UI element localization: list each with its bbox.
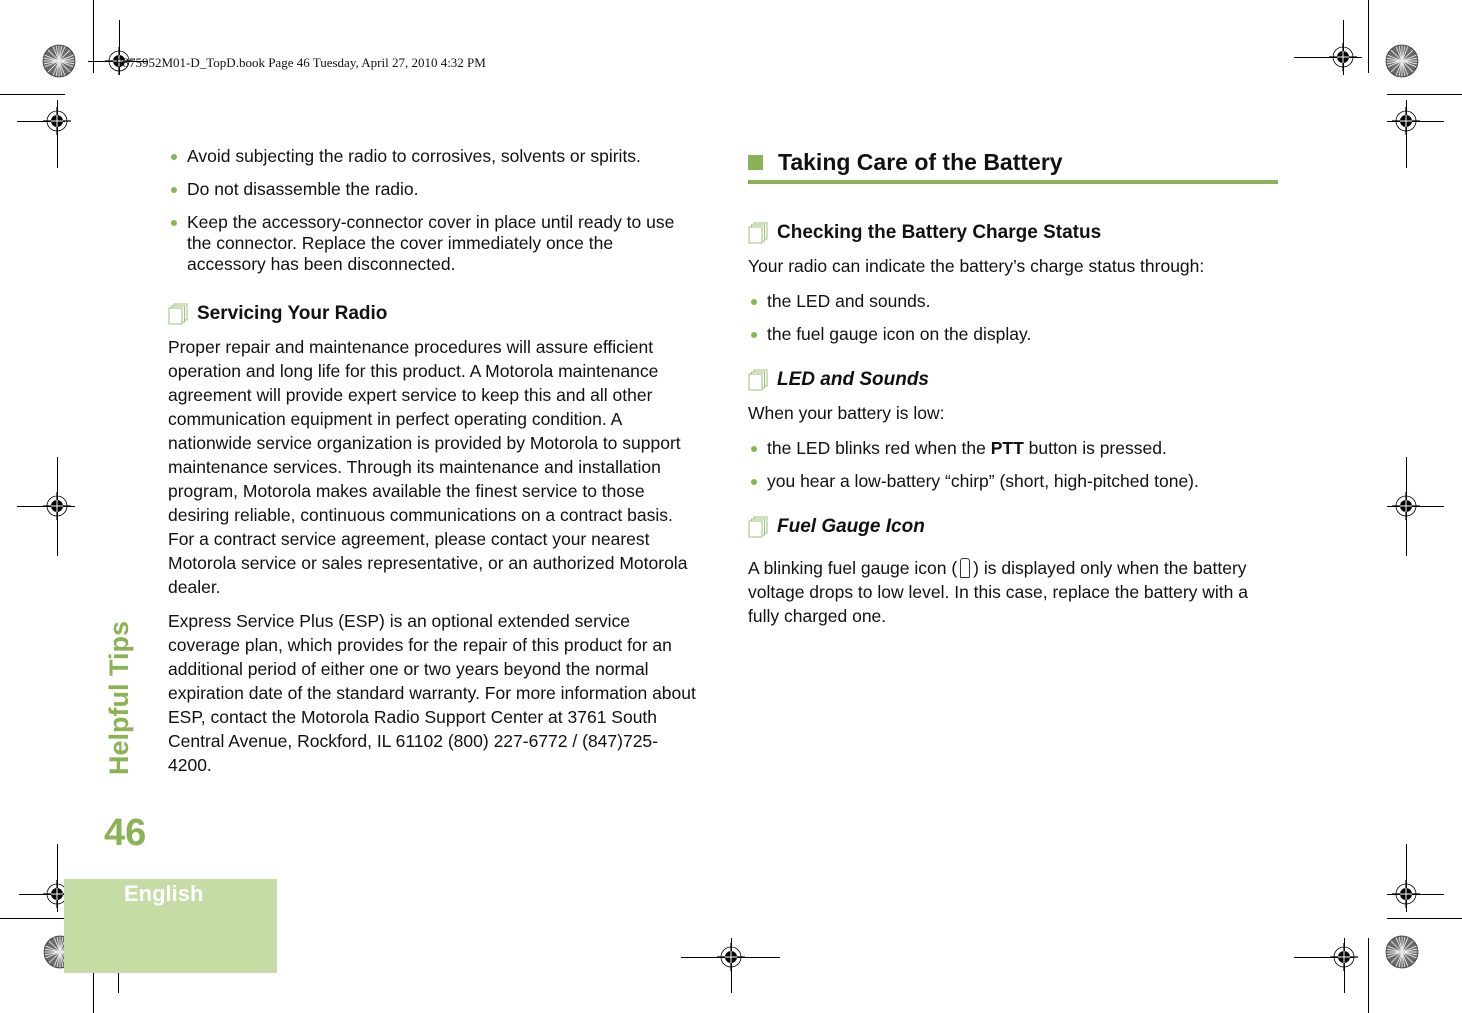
language-label: English: [124, 881, 204, 906]
led-sounds-heading: LED and Sounds: [748, 367, 1278, 393]
charge-status-heading: Checking the Battery Charge Status: [748, 220, 1278, 246]
starburst-target-icon: [1385, 935, 1419, 969]
servicing-paragraph: Proper repair and maintenance procedures…: [168, 337, 688, 597]
section-heading: Taking Care of the Battery: [748, 146, 1278, 178]
section-square-icon: [748, 154, 763, 170]
crop-mark: [1387, 918, 1462, 919]
registration-mark-icon: [717, 943, 745, 971]
paragraph-text: A blinking fuel gauge icon (: [748, 558, 958, 578]
list-item-text: the LED blinks red when the: [767, 438, 991, 458]
list-item: the LED blinks red when the PTT button i…: [748, 438, 1278, 459]
list-item-text: the fuel gauge icon on the display.: [767, 324, 1032, 344]
starburst-target-icon: [42, 44, 76, 78]
registration-mark-icon: [43, 107, 71, 135]
list-item: Do not disassemble the radio.: [168, 179, 696, 200]
bullet-icon: [751, 299, 757, 305]
list-item-text: Do not disassemble the radio.: [187, 179, 419, 199]
list-item: the fuel gauge icon on the display.: [748, 324, 1278, 345]
crop-mark: [1387, 94, 1462, 95]
left-column: Avoid subjecting the radio to corrosives…: [168, 146, 696, 777]
pages-icon: [168, 303, 188, 325]
bullet-icon: [171, 187, 177, 193]
list-item: the LED and sounds.: [748, 291, 1278, 312]
bullet-icon: [171, 154, 177, 160]
care-bullet-list: Avoid subjecting the radio to corrosives…: [168, 146, 696, 275]
registration-mark-icon: [1392, 107, 1420, 135]
list-item: Keep the accessory-connector cover in pl…: [168, 212, 696, 275]
heading-text: LED and Sounds: [777, 369, 929, 390]
fuel-gauge-heading: Fuel Gauge Icon: [748, 514, 1278, 540]
bullet-icon: [171, 220, 177, 226]
heading-text: Checking the Battery Charge Status: [777, 222, 1102, 243]
registration-mark-icon: [1329, 43, 1357, 71]
starburst-target-icon: [1385, 44, 1419, 78]
charge-status-list: the LED and sounds. the fuel gauge icon …: [748, 291, 1278, 345]
pages-icon: [748, 369, 768, 391]
pages-icon: [748, 516, 768, 538]
crop-mark: [1368, 938, 1369, 1013]
chapter-side-title: Helpful Tips: [104, 620, 134, 775]
registration-mark-icon: [1330, 943, 1358, 971]
right-column: Taking Care of the Battery Checking the …: [748, 146, 1278, 628]
section-divider: [748, 180, 1278, 184]
registration-mark-icon: [43, 492, 71, 520]
list-item-text: Avoid subjecting the radio to corrosives…: [187, 146, 641, 166]
bullet-icon: [751, 332, 757, 338]
list-item-text: button is pressed.: [1023, 438, 1167, 458]
bullet-icon: [751, 446, 757, 452]
crop-mark: [93, 0, 94, 73]
list-item-text: the LED and sounds.: [767, 291, 931, 311]
battery-empty-icon: [960, 558, 971, 578]
led-sounds-list: the LED blinks red when the PTT button i…: [748, 438, 1278, 492]
list-item: you hear a low-battery “chirp” (short, h…: [748, 471, 1278, 492]
esp-paragraph: Express Service Plus (ESP) is an optiona…: [168, 611, 696, 775]
heading-text: Servicing Your Radio: [197, 303, 388, 324]
print-slug: 6875952M01-D_TopD.book Page 46 Tuesday, …: [116, 55, 486, 70]
list-item: Avoid subjecting the radio to corrosives…: [168, 146, 696, 167]
list-item-text: you hear a low-battery “chirp” (short, h…: [767, 471, 1199, 491]
registration-mark-icon: [1392, 880, 1420, 908]
heading-text: Fuel Gauge Icon: [777, 516, 925, 537]
servicing-heading: Servicing Your Radio: [168, 301, 696, 327]
crop-mark: [1368, 0, 1369, 73]
ptt-key-label: PTT: [990, 438, 1024, 458]
list-item-text: Keep the accessory-connector cover in pl…: [187, 212, 675, 274]
crop-mark: [0, 94, 65, 95]
charge-status-intro: Your radio can indicate the battery’s ch…: [748, 256, 1205, 276]
bullet-icon: [751, 479, 757, 485]
section-title: Taking Care of the Battery: [778, 149, 1063, 175]
registration-mark-icon: [1392, 492, 1420, 520]
page-number: 46: [104, 812, 147, 854]
fuel-gauge-paragraph: A blinking fuel gauge icon () is display…: [748, 556, 1278, 628]
led-sounds-intro: When your battery is low:: [748, 403, 945, 423]
pages-icon: [748, 222, 768, 244]
